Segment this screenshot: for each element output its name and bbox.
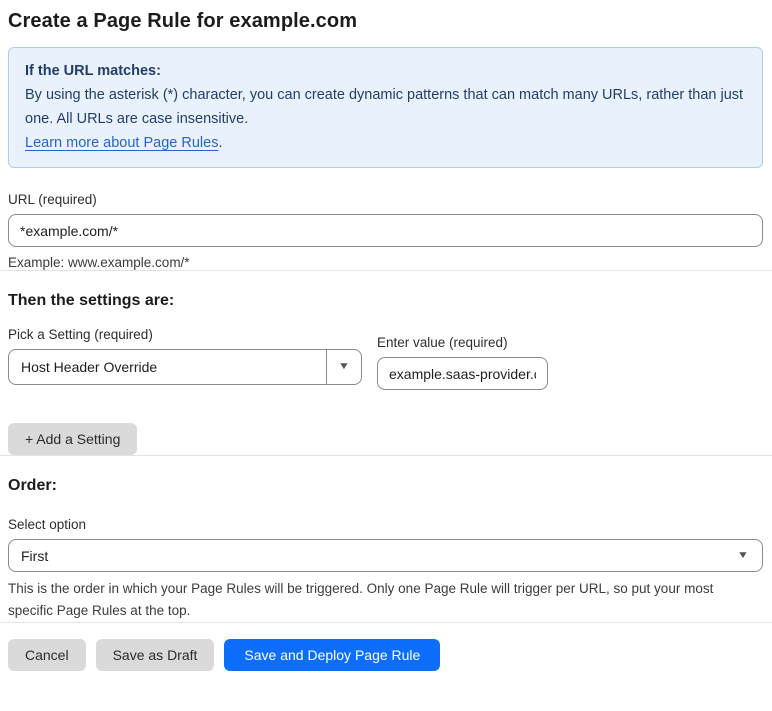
divider xyxy=(0,270,772,271)
page-title: Create a Page Rule for example.com xyxy=(8,10,358,32)
order-select[interactable]: First ▼ xyxy=(8,539,763,572)
url-field-label: URL (required) xyxy=(8,192,97,207)
link-period: . xyxy=(218,135,223,151)
order-section-heading: Order: xyxy=(8,477,57,494)
url-helper-text: Example: www.example.com/* xyxy=(8,255,190,270)
learn-more-link[interactable]: Learn more about Page Rules xyxy=(25,135,218,151)
chevron-down-icon: ▼ xyxy=(736,549,750,561)
cancel-button[interactable]: Cancel xyxy=(8,639,86,671)
info-box-heading: If the URL matches: xyxy=(25,63,161,79)
order-select-value: First xyxy=(21,547,49,564)
save-as-draft-button[interactable]: Save as Draft xyxy=(95,639,215,671)
pick-setting-label: Pick a Setting (required) xyxy=(8,327,153,342)
create-page-rule-form: Create a Page Rule for example.com If th… xyxy=(0,0,772,671)
enter-value-column: Enter value (required) xyxy=(377,335,548,390)
chevron-down-icon: ▼ xyxy=(337,361,351,372)
divider xyxy=(0,622,772,623)
add-setting-button[interactable]: + Add a Setting xyxy=(8,423,138,455)
info-box-body: By using the asterisk (*) character, you… xyxy=(25,87,744,127)
url-input[interactable] xyxy=(8,214,763,247)
settings-row: Pick a Setting (required) Host Header Ov… xyxy=(8,327,763,390)
footer-button-row: Cancel Save as Draft Save and Deploy Pag… xyxy=(8,639,763,671)
settings-section-heading: Then the settings are: xyxy=(8,292,175,309)
order-helper-text: This is the order in which your Page Rul… xyxy=(8,581,714,618)
pick-setting-value: Host Header Override xyxy=(21,359,158,375)
enter-value-label: Enter value (required) xyxy=(377,335,508,350)
divider xyxy=(0,455,772,456)
save-and-deploy-button[interactable]: Save and Deploy Page Rule xyxy=(224,639,441,671)
pick-setting-arrow-button[interactable]: ▼ xyxy=(326,350,361,384)
url-match-info-box: If the URL matches: By using the asteris… xyxy=(8,47,763,168)
setting-value-input[interactable] xyxy=(377,357,548,390)
order-select-label: Select option xyxy=(8,517,87,532)
pick-setting-column: Pick a Setting (required) Host Header Ov… xyxy=(8,327,362,390)
pick-setting-select[interactable]: Host Header Override ▼ xyxy=(8,349,362,385)
info-link-line: Learn more about Page Rules. xyxy=(25,131,746,155)
